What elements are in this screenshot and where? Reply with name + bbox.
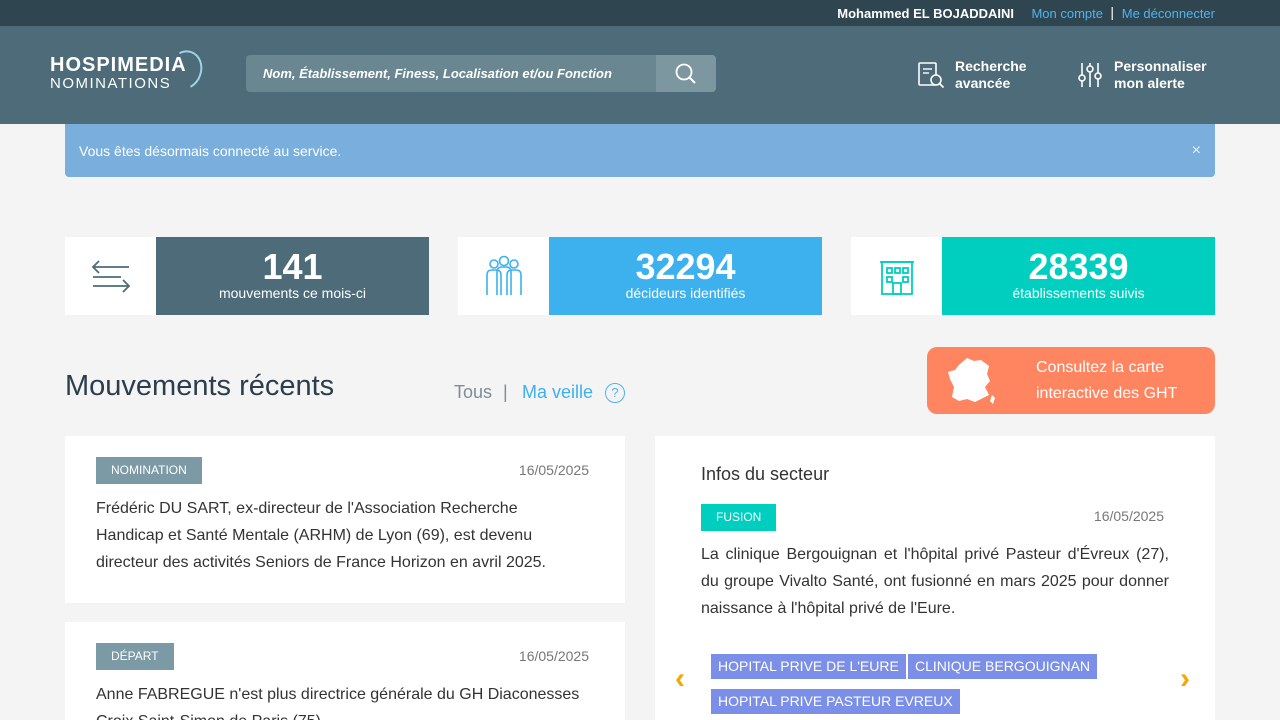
stat-movements-value: 141 bbox=[262, 246, 323, 287]
user-name: Mohammed EL BOJADDAINI bbox=[837, 6, 1014, 21]
recent-movements-title: Mouvements récents bbox=[65, 370, 335, 402]
search-bar bbox=[246, 55, 716, 92]
ght-map-button[interactable]: Consultez la carte interactive des GHT bbox=[927, 347, 1215, 414]
customize-alert-line1: Personnaliser bbox=[1114, 58, 1207, 74]
help-icon[interactable]: ? bbox=[605, 383, 625, 403]
alert-message: Vous êtes désormais connecté au service. bbox=[79, 143, 342, 159]
advanced-search-line2: avancée bbox=[955, 75, 1011, 91]
header: HOSPIMEDIA NOMINATIONS Recherche avancée bbox=[0, 26, 1280, 124]
search-button[interactable] bbox=[656, 55, 716, 92]
search-input[interactable] bbox=[246, 55, 656, 92]
entity-chip[interactable]: HOPITAL PRIVE DE L'EURE bbox=[711, 654, 906, 679]
movement-type-badge: DÉPART bbox=[96, 643, 174, 670]
movement-type-badge: NOMINATION bbox=[96, 457, 202, 484]
advanced-search-link[interactable]: Recherche avancée bbox=[916, 58, 1027, 92]
movement-text: Frédéric DU SART, ex-directeur de l'Asso… bbox=[96, 500, 546, 571]
my-account-link[interactable]: Mon compte bbox=[1031, 6, 1103, 21]
france-map-icon bbox=[948, 358, 995, 404]
entity-chip[interactable]: HOPITAL PRIVE PASTEUR EVREUX bbox=[711, 689, 960, 714]
stat-movements-label: mouvements ce mois-ci bbox=[218, 285, 367, 301]
carousel-prev-icon[interactable]: ‹ bbox=[675, 662, 685, 696]
stat-establishments: 28339 établissements suivis bbox=[851, 237, 1215, 315]
stat-decision-makers-label: décideurs identifiés bbox=[625, 285, 746, 301]
stat-establishments-label: établissements suivis bbox=[1012, 285, 1145, 301]
hospimedia-logo[interactable]: HOSPIMEDIA NOMINATIONS bbox=[50, 45, 208, 95]
stat-establishments-box: 28339 établissements suivis bbox=[942, 237, 1215, 315]
search-document-icon bbox=[918, 62, 945, 89]
advanced-search-line1: Recherche bbox=[955, 58, 1027, 74]
login-alert: Vous êtes désormais connecté au service.… bbox=[65, 124, 1215, 177]
exchange-arrows-icon bbox=[91, 260, 131, 293]
stat-establishments-value: 28339 bbox=[1028, 246, 1129, 287]
stat-decision-makers-box: 32294 décideurs identifiés bbox=[549, 237, 822, 315]
movement-card[interactable]: NOMINATION 16/05/2025 Frédéric DU SART, … bbox=[65, 436, 625, 603]
logout-link[interactable]: Me déconnecter bbox=[1122, 6, 1215, 21]
sector-info-title: Infos du secteur bbox=[701, 464, 830, 484]
ght-line1: Consultez la carte bbox=[1036, 359, 1165, 376]
stat-decision-makers-value: 32294 bbox=[635, 246, 736, 287]
filter-all-tab[interactable]: Tous bbox=[454, 382, 492, 403]
entity-chip[interactable]: CLINIQUE BERGOUIGNAN bbox=[908, 654, 1098, 679]
close-icon[interactable]: × bbox=[1192, 142, 1201, 160]
movement-date: 16/05/2025 bbox=[518, 648, 589, 664]
people-icon bbox=[486, 255, 522, 295]
stat-decision-makers: 32294 décideurs identifiés bbox=[458, 237, 822, 315]
movement-date: 16/05/2025 bbox=[518, 462, 589, 478]
filter-separator: | bbox=[503, 382, 508, 402]
sliders-icon bbox=[1078, 63, 1102, 87]
carousel-next-icon[interactable]: › bbox=[1180, 662, 1190, 696]
topbar-separator: | bbox=[1110, 4, 1114, 20]
stat-movements-box: 141 mouvements ce mois-ci bbox=[156, 237, 429, 315]
logo-subtitle: NOMINATIONS bbox=[50, 75, 172, 92]
stat-movements: 141 mouvements ce mois-ci bbox=[65, 237, 429, 315]
logo-title: HOSPIMEDIA bbox=[50, 54, 187, 76]
customize-alert-link[interactable]: Personnaliser mon alerte bbox=[1075, 58, 1207, 92]
sector-text: La clinique Bergouignan et l'hôpital pri… bbox=[701, 546, 1169, 617]
sector-type-badge: FUSION bbox=[701, 504, 777, 531]
top-bar: Mohammed EL BOJADDAINI Mon compte | Me d… bbox=[0, 0, 1280, 26]
building-icon bbox=[880, 261, 914, 295]
filter-watch-tab[interactable]: Ma veille bbox=[522, 382, 593, 403]
sector-date: 16/05/2025 bbox=[1093, 508, 1164, 524]
movement-text: Anne FABREGUE n'est plus directrice géné… bbox=[96, 686, 580, 720]
ght-line2: interactive des GHT bbox=[1036, 385, 1178, 402]
movement-card[interactable]: DÉPART 16/05/2025 Anne FABREGUE n'est pl… bbox=[65, 622, 625, 720]
customize-alert-line2: mon alerte bbox=[1114, 75, 1185, 91]
sector-info-panel: Infos du secteur FUSION 16/05/2025 La cl… bbox=[655, 436, 1215, 720]
search-icon bbox=[675, 63, 696, 84]
